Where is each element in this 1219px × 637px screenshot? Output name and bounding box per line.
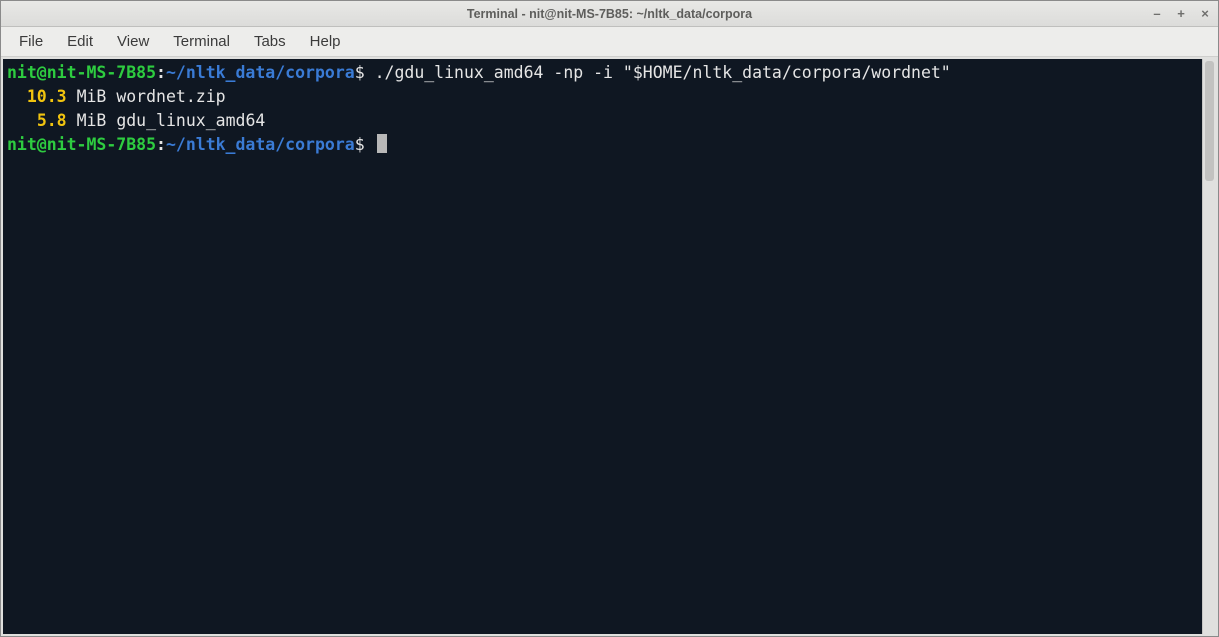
command-text [365,63,375,82]
prompt-userhost: nit@nit-MS-7B85 [7,135,156,154]
output-name: gdu_linux_amd64 [116,111,265,130]
close-button[interactable]: × [1198,6,1212,21]
terminal-window: Terminal - nit@nit-MS-7B85: ~/nltk_data/… [0,0,1219,637]
window-title: Terminal - nit@nit-MS-7B85: ~/nltk_data/… [467,7,752,21]
prompt-path: ~/nltk_data/corpora [166,63,355,82]
maximize-button[interactable]: + [1174,6,1188,21]
prompt-path: ~/nltk_data/corpora [166,135,355,154]
titlebar[interactable]: Terminal - nit@nit-MS-7B85: ~/nltk_data/… [1,1,1218,27]
scrollbar-thumb[interactable] [1205,61,1214,181]
menu-tabs[interactable]: Tabs [244,29,296,54]
prompt-colon: : [156,63,166,82]
terminal-area[interactable]: nit@nit-MS-7B85:~/nltk_data/corpora$ ./g… [3,59,1202,634]
prompt-symbol: $ [355,135,365,154]
scrollbar[interactable] [1202,59,1216,634]
output-size: 10.3 [27,87,67,106]
prompt-symbol: $ [355,63,365,82]
output-unit: MiB [77,111,107,130]
menu-help[interactable]: Help [300,29,351,54]
output-name: wordnet.zip [116,87,225,106]
menu-file[interactable]: File [9,29,53,54]
menubar: File Edit View Terminal Tabs Help [1,27,1218,57]
output-unit: MiB [77,87,107,106]
menu-view[interactable]: View [107,29,159,54]
menu-terminal[interactable]: Terminal [163,29,240,54]
menu-edit[interactable]: Edit [57,29,103,54]
output-size: 5.8 [37,111,67,130]
prompt-userhost: nit@nit-MS-7B85 [7,63,156,82]
window-controls: – + × [1150,1,1212,26]
terminal-container: nit@nit-MS-7B85:~/nltk_data/corpora$ ./g… [1,57,1218,636]
cursor-block [377,134,387,153]
command-text: ./gdu_linux_amd64 -np -i "$HOME/nltk_dat… [375,63,951,82]
minimize-button[interactable]: – [1150,6,1164,21]
prompt-colon: : [156,135,166,154]
